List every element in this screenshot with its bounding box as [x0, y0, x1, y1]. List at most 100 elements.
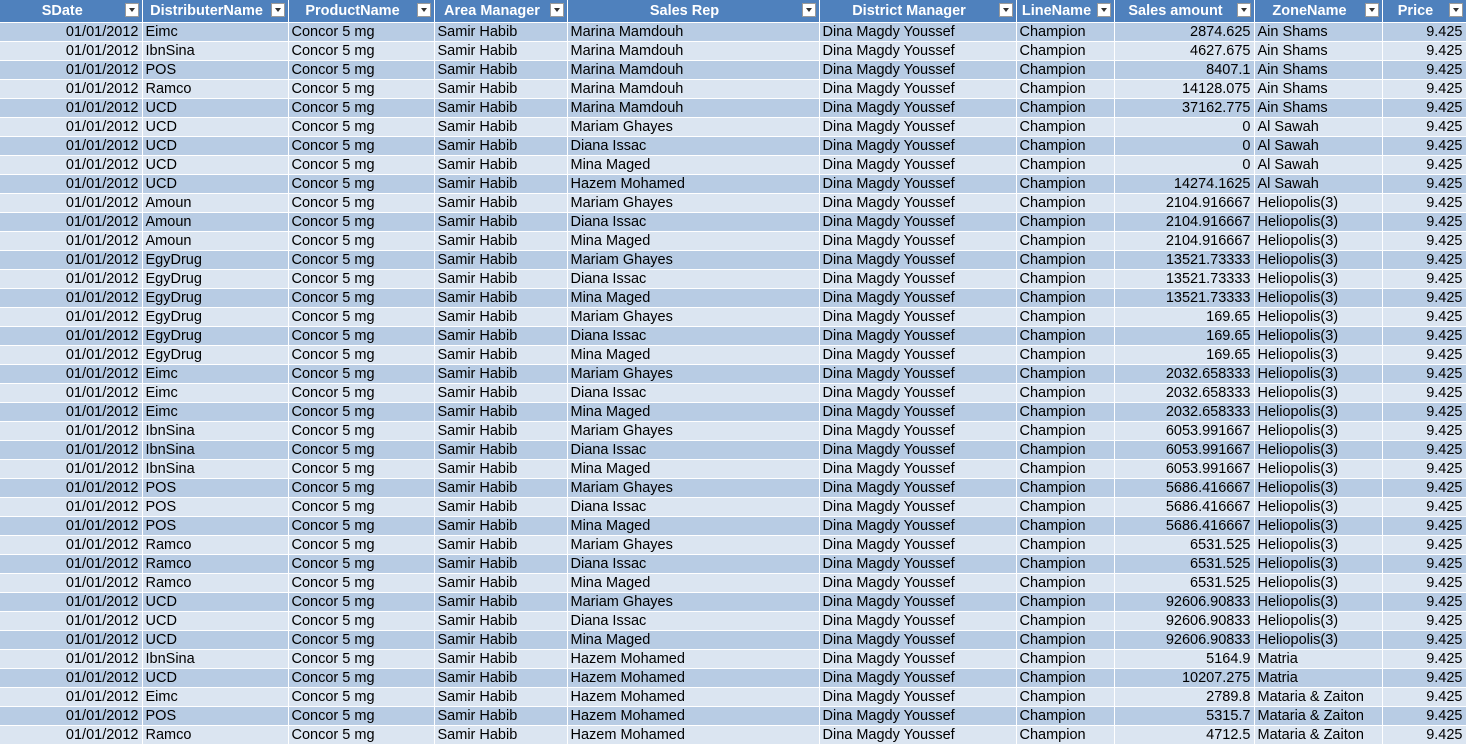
table-row[interactable]: 01/01/2012 Eimc Concor 5 mg Samir Habib Dian…: [0, 383, 1467, 403]
cell-product[interactable]: Concor 5 mg: [288, 288, 435, 308]
filter-dropdown-icon[interactable]: [549, 3, 564, 17]
cell-sdate[interactable]: 01/01/2012: [0, 345, 143, 365]
cell-sales-amount[interactable]: 2104.916667: [1114, 193, 1255, 213]
cell-product[interactable]: Concor 5 mg: [288, 79, 435, 99]
cell-line[interactable]: Champion: [1016, 41, 1115, 61]
cell-price[interactable]: 9.425: [1382, 98, 1467, 118]
cell-price[interactable]: 9.425: [1382, 421, 1467, 441]
cell-sales-rep[interactable]: Mina Maged: [567, 288, 820, 308]
cell-sales-amount[interactable]: 2032.658333: [1114, 402, 1255, 422]
cell-product[interactable]: Concor 5 mg: [288, 706, 435, 726]
cell-district-manager[interactable]: Dina Magdy Youssef: [819, 288, 1017, 308]
cell-product[interactable]: Concor 5 mg: [288, 155, 435, 175]
cell-line[interactable]: Champion: [1016, 687, 1115, 707]
cell-district-manager[interactable]: Dina Magdy Youssef: [819, 706, 1017, 726]
cell-sales-amount[interactable]: 14128.075: [1114, 79, 1255, 99]
cell-area-manager[interactable]: Samir Habib: [434, 440, 568, 460]
cell-product[interactable]: Concor 5 mg: [288, 592, 435, 612]
cell-product[interactable]: Concor 5 mg: [288, 364, 435, 384]
cell-sales-rep[interactable]: Mina Maged: [567, 155, 820, 175]
cell-zone[interactable]: Heliopolis(3): [1254, 364, 1383, 384]
filter-dropdown-icon[interactable]: [1236, 3, 1251, 17]
cell-zone[interactable]: Ain Shams: [1254, 60, 1383, 80]
cell-distributer[interactable]: EgyDrug: [142, 269, 289, 289]
cell-district-manager[interactable]: Dina Magdy Youssef: [819, 725, 1017, 745]
table-row[interactable]: 01/01/2012 POS Concor 5 mg Samir Habib Diana…: [0, 497, 1467, 517]
cell-district-manager[interactable]: Dina Magdy Youssef: [819, 60, 1017, 80]
cell-sales-rep[interactable]: Mina Maged: [567, 630, 820, 650]
cell-district-manager[interactable]: Dina Magdy Youssef: [819, 421, 1017, 441]
cell-distributer[interactable]: EgyDrug: [142, 288, 289, 308]
cell-price[interactable]: 9.425: [1382, 174, 1467, 194]
cell-zone[interactable]: Heliopolis(3): [1254, 497, 1383, 517]
column-header-distributer[interactable]: DistributerName: [142, 0, 289, 23]
cell-product[interactable]: Concor 5 mg: [288, 60, 435, 80]
cell-price[interactable]: 9.425: [1382, 383, 1467, 403]
cell-price[interactable]: 9.425: [1382, 269, 1467, 289]
cell-line[interactable]: Champion: [1016, 402, 1115, 422]
cell-area-manager[interactable]: Samir Habib: [434, 364, 568, 384]
cell-zone[interactable]: Ain Shams: [1254, 41, 1383, 61]
cell-product[interactable]: Concor 5 mg: [288, 136, 435, 156]
cell-price[interactable]: 9.425: [1382, 231, 1467, 251]
cell-sdate[interactable]: 01/01/2012: [0, 231, 143, 251]
cell-district-manager[interactable]: Dina Magdy Youssef: [819, 193, 1017, 213]
cell-district-manager[interactable]: Dina Magdy Youssef: [819, 136, 1017, 156]
column-header-area-manager[interactable]: Area Manager: [434, 0, 568, 23]
cell-zone[interactable]: Heliopolis(3): [1254, 478, 1383, 498]
cell-distributer[interactable]: Amoun: [142, 231, 289, 251]
cell-district-manager[interactable]: Dina Magdy Youssef: [819, 687, 1017, 707]
cell-line[interactable]: Champion: [1016, 117, 1115, 137]
cell-district-manager[interactable]: Dina Magdy Youssef: [819, 41, 1017, 61]
cell-sdate[interactable]: 01/01/2012: [0, 592, 143, 612]
cell-sales-amount[interactable]: 13521.73333: [1114, 250, 1255, 270]
cell-sales-rep[interactable]: Diana Issac: [567, 212, 820, 232]
cell-sales-amount[interactable]: 0: [1114, 136, 1255, 156]
cell-district-manager[interactable]: Dina Magdy Youssef: [819, 269, 1017, 289]
cell-sdate[interactable]: 01/01/2012: [0, 326, 143, 346]
cell-area-manager[interactable]: Samir Habib: [434, 60, 568, 80]
cell-product[interactable]: Concor 5 mg: [288, 573, 435, 593]
cell-distributer[interactable]: POS: [142, 516, 289, 536]
cell-district-manager[interactable]: Dina Magdy Youssef: [819, 22, 1017, 42]
cell-sales-rep[interactable]: Mina Maged: [567, 459, 820, 479]
cell-line[interactable]: Champion: [1016, 79, 1115, 99]
cell-line[interactable]: Champion: [1016, 440, 1115, 460]
cell-product[interactable]: Concor 5 mg: [288, 478, 435, 498]
cell-area-manager[interactable]: Samir Habib: [434, 307, 568, 327]
cell-sales-amount[interactable]: 92606.90833: [1114, 592, 1255, 612]
cell-distributer[interactable]: Ramco: [142, 573, 289, 593]
cell-sdate[interactable]: 01/01/2012: [0, 41, 143, 61]
cell-product[interactable]: Concor 5 mg: [288, 668, 435, 688]
filter-dropdown-icon[interactable]: [1364, 3, 1379, 17]
cell-product[interactable]: Concor 5 mg: [288, 41, 435, 61]
cell-area-manager[interactable]: Samir Habib: [434, 516, 568, 536]
cell-zone[interactable]: Mataria & Zaiton: [1254, 706, 1383, 726]
cell-product[interactable]: Concor 5 mg: [288, 516, 435, 536]
cell-district-manager[interactable]: Dina Magdy Youssef: [819, 554, 1017, 574]
cell-distributer[interactable]: IbnSina: [142, 649, 289, 669]
cell-zone[interactable]: Heliopolis(3): [1254, 592, 1383, 612]
cell-product[interactable]: Concor 5 mg: [288, 98, 435, 118]
cell-sdate[interactable]: 01/01/2012: [0, 440, 143, 460]
cell-sales-rep[interactable]: Marina Mamdouh: [567, 60, 820, 80]
cell-sdate[interactable]: 01/01/2012: [0, 288, 143, 308]
cell-price[interactable]: 9.425: [1382, 307, 1467, 327]
cell-sdate[interactable]: 01/01/2012: [0, 212, 143, 232]
cell-sdate[interactable]: 01/01/2012: [0, 364, 143, 384]
table-row[interactable]: 01/01/2012 POS Concor 5 mg Samir Habib Marin…: [0, 60, 1467, 80]
cell-sales-amount[interactable]: 2874.625: [1114, 22, 1255, 42]
table-row[interactable]: 01/01/2012 UCD Concor 5 mg Samir Habib Mina …: [0, 155, 1467, 175]
cell-sales-amount[interactable]: 2104.916667: [1114, 212, 1255, 232]
cell-district-manager[interactable]: Dina Magdy Youssef: [819, 459, 1017, 479]
table-row[interactable]: 01/01/2012 UCD Concor 5 mg Samir Habib Hazem…: [0, 668, 1467, 688]
cell-sdate[interactable]: 01/01/2012: [0, 649, 143, 669]
cell-sales-amount[interactable]: 5686.416667: [1114, 478, 1255, 498]
cell-distributer[interactable]: UCD: [142, 155, 289, 175]
cell-sales-amount[interactable]: 6531.525: [1114, 554, 1255, 574]
cell-sales-amount[interactable]: 6053.991667: [1114, 440, 1255, 460]
cell-line[interactable]: Champion: [1016, 60, 1115, 80]
cell-area-manager[interactable]: Samir Habib: [434, 345, 568, 365]
cell-district-manager[interactable]: Dina Magdy Youssef: [819, 212, 1017, 232]
cell-district-manager[interactable]: Dina Magdy Youssef: [819, 573, 1017, 593]
